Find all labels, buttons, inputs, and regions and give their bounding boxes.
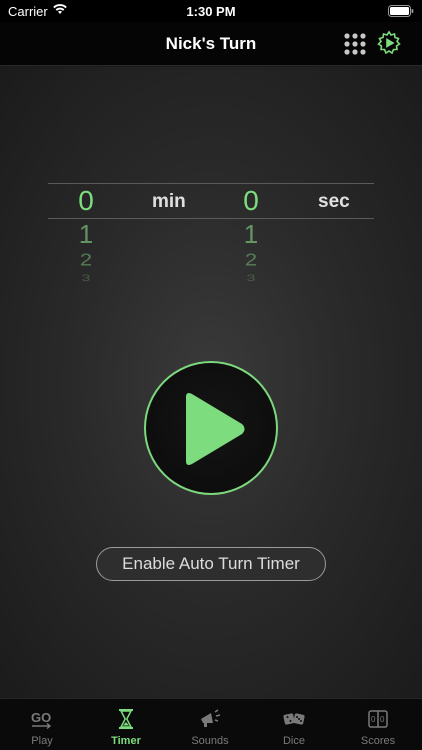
status-bar: Carrier 1:30 PM bbox=[0, 0, 422, 22]
megaphone-icon bbox=[201, 709, 221, 727]
go-icon: GO bbox=[31, 710, 51, 730]
tab-label: Dice bbox=[282, 735, 305, 747]
seconds-unit-label: sec bbox=[318, 191, 350, 212]
minutes-selected-value[interactable]: 0 bbox=[66, 185, 106, 217]
tab-label: Sounds bbox=[191, 735, 229, 747]
picker-divider-top bbox=[48, 183, 374, 184]
seconds-option[interactable]: 3 bbox=[231, 274, 271, 284]
minutes-option[interactable]: 1 bbox=[66, 219, 106, 250]
tab-sounds[interactable]: Sounds bbox=[168, 699, 252, 750]
nav-bar: Nick's Turn bbox=[0, 22, 422, 66]
tab-bar: GO Play Timer Sounds Dice 0 0 Scores bbox=[0, 698, 422, 750]
minutes-unit-label: min bbox=[152, 191, 186, 212]
clock-label: 1:30 PM bbox=[186, 4, 236, 19]
minutes-option[interactable]: 3 bbox=[66, 274, 106, 284]
settings-gear-icon[interactable] bbox=[376, 30, 402, 56]
time-picker[interactable]: 0 min 1 2 3 0 sec 1 2 3 bbox=[48, 183, 374, 303]
tab-dice[interactable]: Dice bbox=[252, 699, 336, 750]
timer-content: 0 min 1 2 3 0 sec 1 2 3 Enable Auto Turn… bbox=[0, 67, 422, 698]
tab-label: Play bbox=[31, 735, 53, 747]
enable-auto-turn-timer-button[interactable]: Enable Auto Turn Timer bbox=[96, 547, 326, 581]
minutes-option[interactable]: 2 bbox=[66, 250, 106, 271]
svg-text:0: 0 bbox=[371, 715, 376, 724]
tab-timer[interactable]: Timer bbox=[84, 699, 168, 750]
svg-text:0: 0 bbox=[380, 715, 385, 724]
dice-icon bbox=[283, 713, 305, 725]
hourglass-icon bbox=[119, 709, 133, 729]
tab-label: Timer bbox=[111, 735, 141, 747]
seconds-selected-value[interactable]: 0 bbox=[231, 185, 271, 217]
svg-text:GO: GO bbox=[31, 710, 51, 725]
seconds-option[interactable]: 2 bbox=[231, 250, 271, 271]
battery-icon bbox=[388, 5, 414, 20]
start-timer-button[interactable] bbox=[144, 361, 278, 495]
play-icon bbox=[186, 393, 245, 465]
tab-scores[interactable]: 0 0 Scores bbox=[336, 699, 420, 750]
grid-menu-icon[interactable] bbox=[343, 32, 367, 56]
seconds-option[interactable]: 1 bbox=[231, 219, 271, 250]
tab-play[interactable]: GO Play bbox=[0, 699, 84, 750]
tab-label: Scores bbox=[360, 735, 396, 747]
scoreboard-icon: 0 0 bbox=[368, 710, 388, 728]
